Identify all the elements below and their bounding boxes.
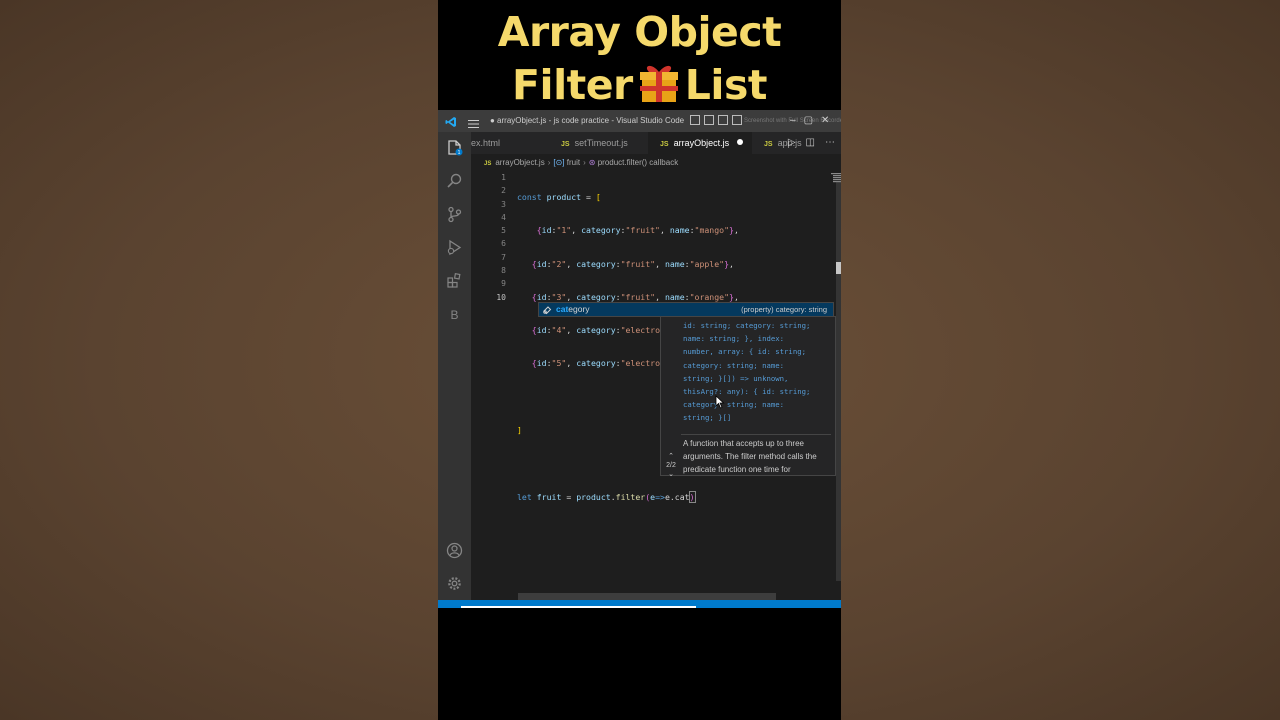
suggestion-detail: (property) category: string xyxy=(741,305,827,314)
close-window-icon[interactable]: ✕ xyxy=(821,110,829,132)
toggle-sidebar-icon[interactable] xyxy=(690,115,700,125)
tab-settimeout[interactable]: JS setTimeout.js xyxy=(551,132,641,154)
suggestion-documentation: id: string; category: string; name: strin… xyxy=(660,316,836,479)
code-line-3: {id:"2", category:"fruit", name:"apple"}… xyxy=(531,258,734,269)
vscode-logo-icon xyxy=(445,115,457,127)
line-number-gutter: 1 2 3 4 5 6 7 8 9 10 xyxy=(471,171,506,304)
run-file-icon[interactable]: ▷ xyxy=(788,137,796,148)
gift-icon xyxy=(637,60,681,104)
svg-text:B: B xyxy=(450,308,458,322)
js-file-icon: JS xyxy=(764,141,773,148)
extensions-icon[interactable] xyxy=(446,272,463,289)
toggle-panel-icon[interactable] xyxy=(704,115,714,125)
suggestion-label: category xyxy=(556,304,590,314)
video-headline: Array Object Filter List xyxy=(438,6,841,112)
search-icon[interactable] xyxy=(446,172,463,189)
signature-line: id: string; category: string; xyxy=(683,321,811,330)
vscode-window: ● arrayObject.js - js code practice - Vi… xyxy=(438,110,841,608)
window-title: ● arrayObject.js - js code practice - Vi… xyxy=(490,116,685,125)
source-control-icon[interactable] xyxy=(446,206,463,223)
editor-actions: ▷ ◫ ⋯ xyxy=(788,137,835,148)
horizontal-scrollbar[interactable] xyxy=(518,593,776,600)
signature-line: number, array: { id: string; xyxy=(683,347,807,357)
maximize-icon[interactable]: ▢ xyxy=(804,110,813,132)
doc-divider xyxy=(681,434,831,435)
activity-bar: 1 B xyxy=(438,132,471,602)
autocomplete-suggestion[interactable]: category (property) category: string xyxy=(538,302,834,317)
headline-line1: Array Object xyxy=(497,8,782,56)
line-number: 8 xyxy=(501,266,506,276)
scrollbar-thumb[interactable] xyxy=(836,262,841,274)
run-debug-icon[interactable] xyxy=(446,239,463,256)
explorer-badge: 1 xyxy=(458,150,461,156)
line-number: 7 xyxy=(501,252,506,262)
headline-line2: Filter List xyxy=(512,60,767,109)
code-line-2: {id:"1", category:"fruit", name:"mango"}… xyxy=(536,225,739,236)
toggle-secondary-sidebar-icon[interactable] xyxy=(718,115,728,125)
customize-layout-icon[interactable] xyxy=(732,115,742,125)
overload-counter: 2/2 xyxy=(666,462,676,469)
js-file-icon: JS xyxy=(484,161,492,167)
signature-line: category: string; name: xyxy=(683,400,785,410)
hamburger-menu-icon[interactable] xyxy=(468,116,479,128)
bootstrap-extension-icon[interactable]: B xyxy=(446,306,463,323)
overload-selector[interactable]: ⌃ 2/2 ⌄ xyxy=(663,452,679,479)
js-file-icon: JS xyxy=(660,141,669,148)
tab-ex-html[interactable]: ex.html xyxy=(471,132,551,154)
line-number: 1 xyxy=(501,173,506,182)
line-number: 10 xyxy=(496,292,506,302)
mouse-cursor-icon xyxy=(715,395,725,409)
explorer-icon[interactable]: 1 xyxy=(446,139,463,156)
minimize-icon[interactable]: – xyxy=(790,110,796,132)
line-number: 5 xyxy=(501,226,506,236)
breadcrumb-file[interactable]: arrayObject.js xyxy=(495,158,544,167)
vertical-scrollbar[interactable] xyxy=(836,181,841,581)
method-icon: ⊛ xyxy=(588,158,596,167)
split-editor-icon[interactable]: ◫ xyxy=(806,137,815,148)
code-line-1: const product = [ xyxy=(517,192,601,202)
signature-text: id: string; category: string; name: strin… xyxy=(683,319,835,425)
video-frame: Array Object Filter List ● arrayObject.js… xyxy=(438,0,841,720)
breadcrumb-symbol-fruit[interactable]: fruit xyxy=(567,158,580,167)
signature-line: name: string; }, index: xyxy=(683,334,785,344)
chevron-up-icon[interactable]: ⌃ xyxy=(663,452,679,461)
line-number: 3 xyxy=(501,199,506,209)
account-icon[interactable] xyxy=(446,542,463,559)
signature-line: string; }[]) => unknown, xyxy=(683,373,789,383)
signature-line: category: string; name: xyxy=(683,360,785,370)
tab-arrayobject[interactable]: JS arrayObject.js xyxy=(648,132,752,154)
title-bar: ● arrayObject.js - js code practice - Vi… xyxy=(438,110,841,132)
gear-icon[interactable] xyxy=(446,575,463,592)
line-number: 6 xyxy=(501,239,506,249)
js-file-icon: JS xyxy=(561,141,570,148)
layout-controls xyxy=(690,115,742,125)
property-icon xyxy=(542,305,552,315)
code-line-10: let fruit = product.filter(e=>e.cat) xyxy=(517,490,696,503)
line-number: 9 xyxy=(501,279,506,289)
line-number: 4 xyxy=(501,212,506,222)
signature-line: thisArg?: any): { id: string; xyxy=(683,387,811,397)
variable-icon: [⊙] xyxy=(553,158,565,167)
breadcrumb-symbol-callback[interactable]: product.filter() callback xyxy=(598,158,678,167)
video-progress-bar xyxy=(461,606,696,608)
more-actions-icon[interactable]: ⋯ xyxy=(825,137,835,148)
signature-line: string; }[] xyxy=(683,413,732,423)
chevron-down-icon[interactable]: ⌄ xyxy=(663,470,679,479)
breadcrumb: JS arrayObject.js › [⊙] fruit › ⊛ product.fil… xyxy=(484,158,679,167)
editor-tabs: ex.html JS setTimeout.js JS arrayObject.js… xyxy=(471,132,841,154)
window-controls: – ▢ ✕ xyxy=(790,110,829,132)
unsaved-dot-icon xyxy=(737,139,744,145)
line-number: 2 xyxy=(501,186,506,196)
doc-description: A function that accepts up to three argu… xyxy=(683,439,817,475)
